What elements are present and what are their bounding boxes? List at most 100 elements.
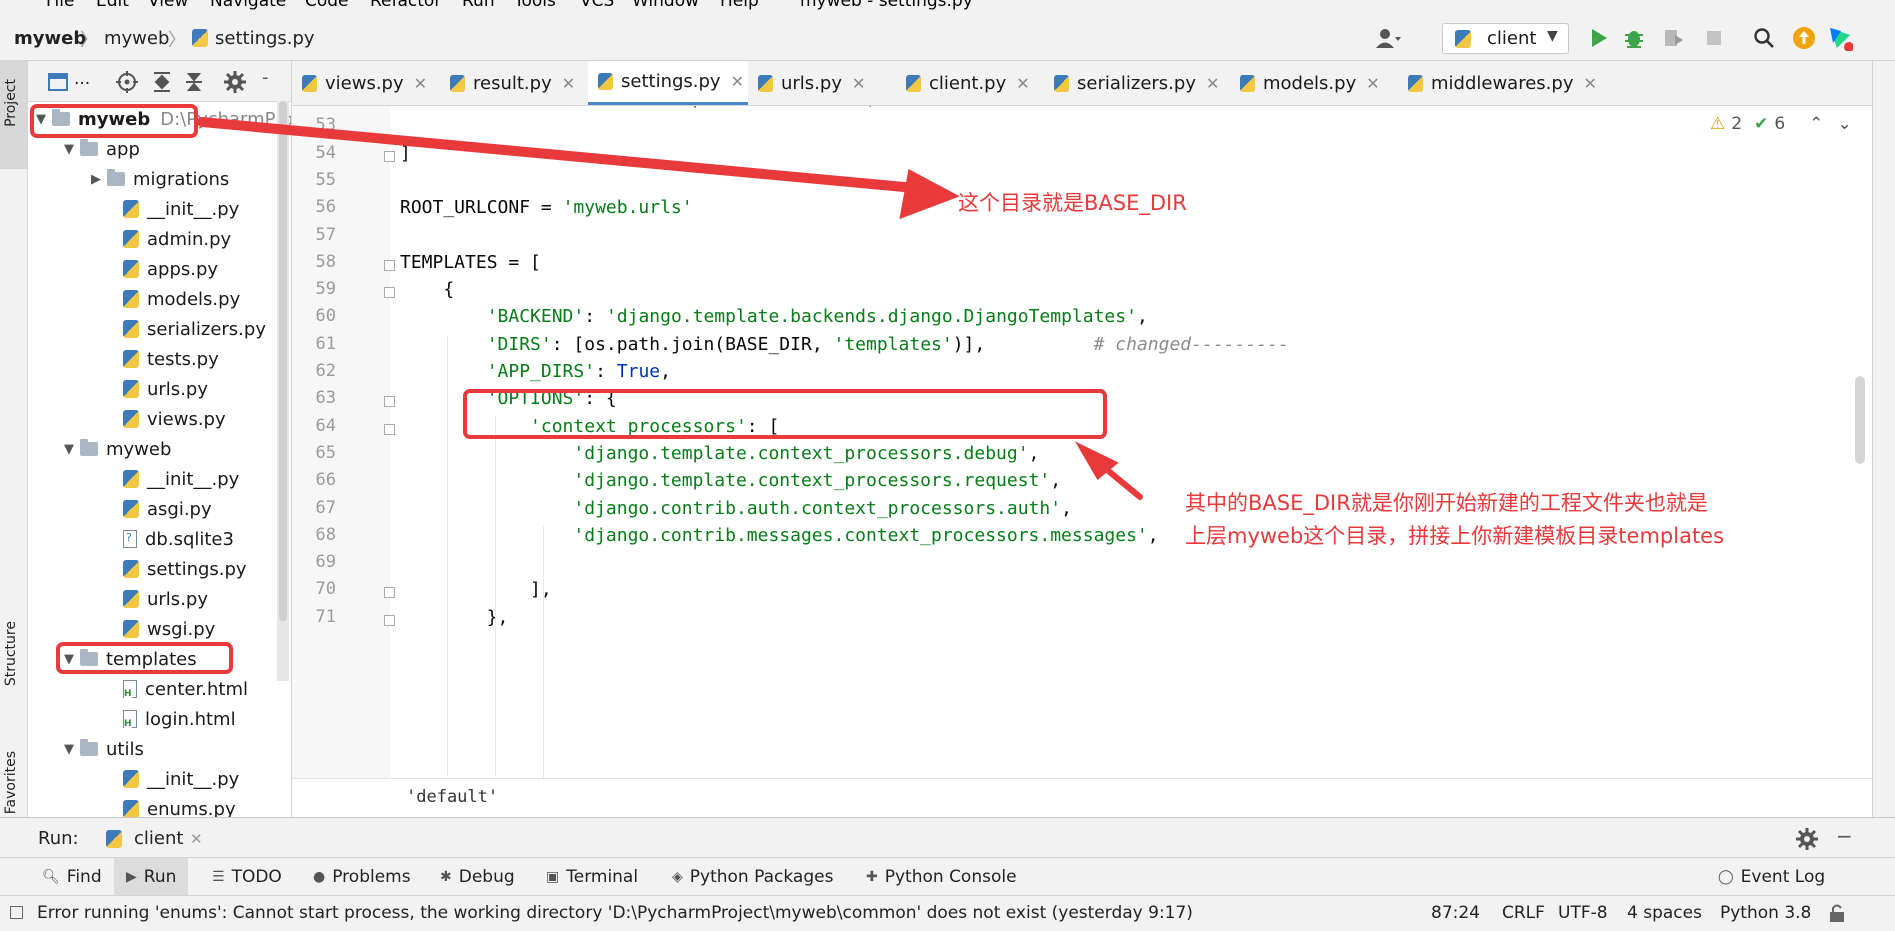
close-icon[interactable]: ✕ [190, 830, 203, 848]
update-icon[interactable] [1790, 24, 1818, 52]
code-line[interactable]: ROOT_URLCONF = 'myweb.urls' [400, 197, 693, 218]
jetbrains-icon[interactable] [1826, 24, 1854, 52]
menu-item[interactable]: View [148, 0, 188, 10]
breadcrumb-project[interactable]: myweb [14, 28, 86, 49]
tree-item-file[interactable]: admin.py [123, 224, 231, 254]
tree-item-file[interactable]: asgi.py [123, 494, 212, 524]
tool-find[interactable]: 🔍︎ Find [42, 867, 102, 887]
fold-marker-icon[interactable] [384, 150, 395, 162]
close-icon[interactable]: ✕ [414, 74, 427, 93]
code-breadcrumb[interactable]: 'default' [406, 787, 498, 807]
run-configuration-select[interactable]: client ▼ [1442, 23, 1569, 54]
tree-item-file[interactable]: db.sqlite3 [123, 524, 234, 554]
gear-icon[interactable] [224, 71, 246, 97]
user-icon[interactable] [1374, 24, 1402, 52]
status-message[interactable]: Error running 'enums': Cannot start proc… [37, 903, 1193, 923]
stripe-tab-project[interactable]: Project [3, 79, 19, 127]
tool-python-console[interactable]: ✚ Python Console [866, 867, 1017, 887]
tree-item-folder[interactable]: ▶ migrations [85, 164, 229, 194]
fold-marker-icon[interactable] [384, 396, 395, 408]
tree-item-file[interactable]: views.py [123, 404, 226, 434]
code-line[interactable]: 'APP_DIRS': True, [400, 361, 671, 382]
breadcrumb-package[interactable]: myweb [104, 28, 169, 49]
fold-marker-icon[interactable] [384, 587, 395, 599]
code-line[interactable]: 'DIRS': [os.path.join(BASE_DIR, 'templat… [400, 334, 1289, 355]
menu-item[interactable]: Code [305, 0, 349, 10]
tool-debug[interactable]: ✱ Debug [440, 867, 515, 887]
code-line[interactable]: 'django.template.context_processors.requ… [400, 470, 1061, 491]
editor-vertical-scrollbar[interactable] [1852, 106, 1868, 778]
tab-settings[interactable]: settings.py ✕ [588, 61, 748, 105]
stripe-tab-favorites[interactable]: Favorites [3, 751, 19, 814]
code-line[interactable]: 'utils.middlewares.ExceptionMiddleware', [400, 106, 876, 109]
close-icon[interactable]: ✕ [1366, 74, 1379, 93]
menu-item[interactable]: Run [462, 0, 495, 10]
coverage-icon[interactable] [1660, 24, 1688, 52]
view-mode-dropdown[interactable]: ... [74, 69, 90, 89]
tab-serializers[interactable]: serializers.py ✕ [1044, 61, 1230, 105]
close-icon[interactable]: ✕ [852, 74, 865, 93]
tab-urls[interactable]: urls.py ✕ [748, 61, 896, 105]
tool-run[interactable]: ▶ Run [114, 858, 189, 896]
code-line[interactable]: ], [400, 579, 552, 600]
tree-item-file[interactable]: login.html [123, 704, 236, 734]
tree-item-file[interactable]: urls.py [123, 584, 208, 614]
tree-item-folder[interactable]: ▼ myweb [58, 434, 171, 464]
tree-item-file[interactable]: wsgi.py [123, 614, 215, 644]
menu-item[interactable]: VCS [580, 0, 614, 10]
close-icon[interactable]: ✕ [731, 72, 744, 91]
tree-item-file[interactable]: tests.py [123, 344, 219, 374]
tree-item-file[interactable]: settings.py [123, 554, 247, 584]
panel-view-icon[interactable] [48, 73, 68, 95]
tree-item-file[interactable]: __init__.py [123, 464, 239, 494]
tool-todo[interactable]: ☰ TODO [212, 867, 282, 887]
expand-all-icon[interactable] [152, 71, 172, 97]
menu-item[interactable]: Window [632, 0, 699, 10]
tool-python-packages[interactable]: ◈ Python Packages [672, 867, 833, 887]
code-line[interactable]: 'BACKEND': 'django.template.backends.dja… [400, 306, 1148, 327]
run-tab-client[interactable]: client [134, 828, 183, 849]
tool-terminal[interactable]: ▣ Terminal [546, 867, 638, 887]
minimize-icon[interactable]: - [262, 67, 269, 88]
scrollbar-thumb[interactable] [1855, 376, 1865, 464]
tree-item-folder[interactable]: ▼ app [58, 134, 140, 164]
collapse-all-icon[interactable] [184, 71, 204, 97]
tool-problems[interactable]: ● Problems [313, 867, 411, 887]
tree-item-file[interactable]: __init__.py [123, 764, 239, 794]
menu-item[interactable]: Help [720, 0, 759, 10]
stop-icon[interactable] [1700, 24, 1728, 52]
tree-item-file[interactable]: models.py [123, 284, 240, 314]
menu-item[interactable]: Tools [514, 0, 556, 10]
tree-item-file[interactable]: __init__.py [123, 194, 239, 224]
close-icon[interactable]: ✕ [562, 74, 575, 93]
tree-item-file[interactable]: apps.py [123, 254, 218, 284]
code-line[interactable]: 'django.contrib.auth.context_processors.… [400, 498, 1072, 519]
layout-icon[interactable] [10, 906, 23, 919]
fold-marker-icon[interactable] [384, 614, 395, 626]
close-icon[interactable]: ✕ [1583, 74, 1596, 93]
locate-icon[interactable] [116, 71, 138, 97]
chevron-up-icon[interactable]: ⌃ [1809, 114, 1823, 134]
file-encoding[interactable]: UTF-8 [1558, 903, 1608, 923]
minimize-icon[interactable]: − [1836, 824, 1853, 848]
stripe-tab-structure[interactable]: Structure [3, 621, 19, 686]
menu-item[interactable]: Refactor [370, 0, 441, 10]
caret-position[interactable]: 87:24 [1431, 903, 1480, 923]
tree-vertical-scrollbar[interactable] [277, 101, 289, 681]
fold-marker-icon[interactable] [384, 423, 395, 435]
tab-client[interactable]: client.py ✕ [896, 61, 1044, 105]
run-icon[interactable] [1585, 24, 1613, 52]
code-line[interactable]: ] [400, 143, 411, 164]
close-icon[interactable]: ✕ [1206, 74, 1219, 93]
line-separator[interactable]: CRLF [1502, 903, 1545, 923]
gear-icon[interactable] [1796, 828, 1818, 854]
menu-item[interactable]: Edit [96, 0, 129, 10]
close-icon[interactable]: ✕ [1016, 74, 1029, 93]
menu-item[interactable]: Navigate [210, 0, 286, 10]
lock-icon[interactable] [1828, 903, 1846, 927]
tab-models[interactable]: models.py ✕ [1230, 61, 1398, 105]
search-icon[interactable] [1750, 24, 1778, 52]
breadcrumb-file[interactable]: settings.py [215, 28, 315, 49]
tree-item-file[interactable]: enums.py [123, 794, 236, 817]
code-line[interactable]: { [400, 279, 454, 300]
